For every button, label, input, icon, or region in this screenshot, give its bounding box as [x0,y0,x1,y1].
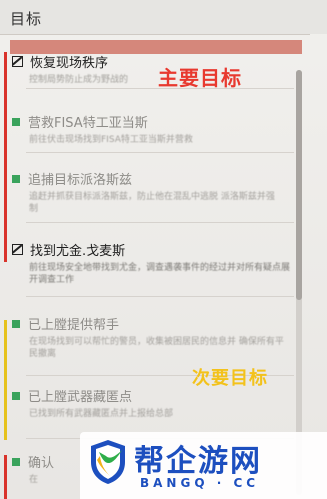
header-bar: 目标 [0,0,327,34]
objective-title: 确认 [28,456,55,471]
main-objectives-accent-bar [4,52,7,262]
watermark-domain: BANGQ · CC [140,476,260,490]
page-title: 目标 [10,10,43,28]
green-square-icon [12,391,20,400]
scrollbar-thumb[interactable] [296,70,302,300]
watermark: 帮企游网 BANGQ · CC [80,432,327,499]
objective-title: 恢复现场秩序 [30,56,109,71]
objective-desc: 前往伏击现场找到FISA特工亚当斯并营救 [29,135,193,145]
objective-desc: 前往现场安全地带找到尤金，调查遇袭事件的经过并对所有疑点展开调查工作 [29,263,291,285]
bottom-accent-bar [4,455,7,499]
objective-item[interactable]: 恢复现场秩序 控制局势防止成为野战的 [12,52,294,86]
secondary-objectives-accent-bar [4,320,7,440]
green-square-icon [12,457,20,466]
objective-title: 已上膛武器藏匿点 [28,390,133,405]
checkbox-icon [12,56,23,67]
objective-item[interactable]: 已上膛提供帮手 在现场找到可以帮忙的警员，收集被困居民的信息并 确保所有平民撤离 [12,314,294,360]
secondary-objectives-annotation: 次要目标 [192,368,268,389]
objective-title: 找到尤金.戈麦斯 [30,244,126,259]
shield-logo-icon [91,440,125,484]
divider [26,222,294,223]
divider [26,296,294,297]
watermark-name: 帮企游网 [134,444,262,479]
green-square-icon [12,117,20,126]
header-divider [0,34,310,35]
checkbox-icon [12,244,23,255]
objectives-screen: 目标 恢复现场秩序 控制局势防止成为野战的 营救FISA特工亚当斯 前往伏击现场… [0,0,327,499]
green-square-icon [12,319,20,328]
objective-item[interactable]: 找到尤金.戈麦斯 前往现场安全地带找到尤金，调查遇袭事件的经过并对所有疑点展开调… [12,240,294,286]
objective-desc: 追赶并抓获目标派洛斯兹，防止他在混乱中逃脱 派洛斯兹并强制 [29,192,275,214]
objective-item[interactable]: 营救FISA特工亚当斯 前往伏击现场找到FISA特工亚当斯并营救 [12,112,294,146]
objective-title: 营救FISA特工亚当斯 [28,116,148,131]
objective-desc: 已找到所有武器藏匿点并上报给总部 [29,409,174,419]
objective-title: 已上膛提供帮手 [28,318,120,333]
main-objectives-annotation: 主要目标 [158,66,242,90]
objective-desc: 在现场找到可以帮忙的警员，收集被困居民的信息并 确保所有平民撤离 [29,337,284,359]
objective-item[interactable]: 已上膛武器藏匿点 已找到所有武器藏匿点并上报给总部 [12,386,294,420]
green-square-icon [12,174,20,183]
objective-item[interactable]: 追捕目标派洛斯兹 追赶并抓获目标派洛斯兹，防止他在混乱中逃脱 派洛斯兹并强制 [12,169,294,215]
divider [26,152,294,153]
objective-title: 追捕目标派洛斯兹 [28,173,133,188]
